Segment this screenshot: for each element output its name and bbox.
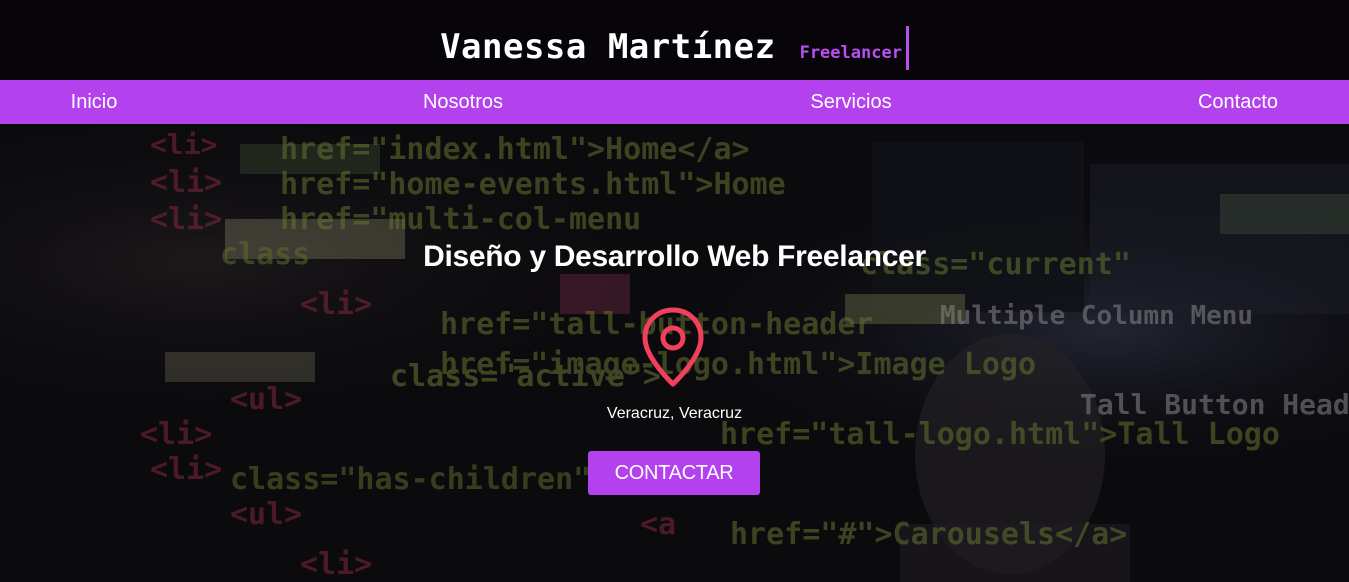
nav-link-inicio[interactable]: Inicio (71, 80, 118, 124)
site-title: Vanessa Martínez (440, 26, 776, 67)
site-tagline: Freelancer (799, 42, 902, 63)
nav-link-nosotros[interactable]: Nosotros (423, 80, 503, 124)
typing-cursor (905, 25, 909, 70)
hero-section: <li> href="index.html">Home</a> <li> hre… (0, 124, 1349, 582)
site-header: Vanessa Martínez Freelancer (0, 0, 1349, 80)
nav-link-servicios[interactable]: Servicios (810, 80, 891, 124)
nav-link-contacto[interactable]: Contacto (1198, 80, 1278, 124)
location-pin-icon (642, 307, 704, 387)
brand: Vanessa Martínez Freelancer (440, 14, 909, 70)
hero-title: Diseño y Desarrollo Web Freelancer (423, 240, 926, 273)
location-text: Veracruz, Veracruz (606, 405, 743, 422)
main-nav: Inicio Nosotros Servicios Contacto (0, 80, 1349, 124)
contact-button[interactable]: CONTACTAR (588, 451, 760, 495)
